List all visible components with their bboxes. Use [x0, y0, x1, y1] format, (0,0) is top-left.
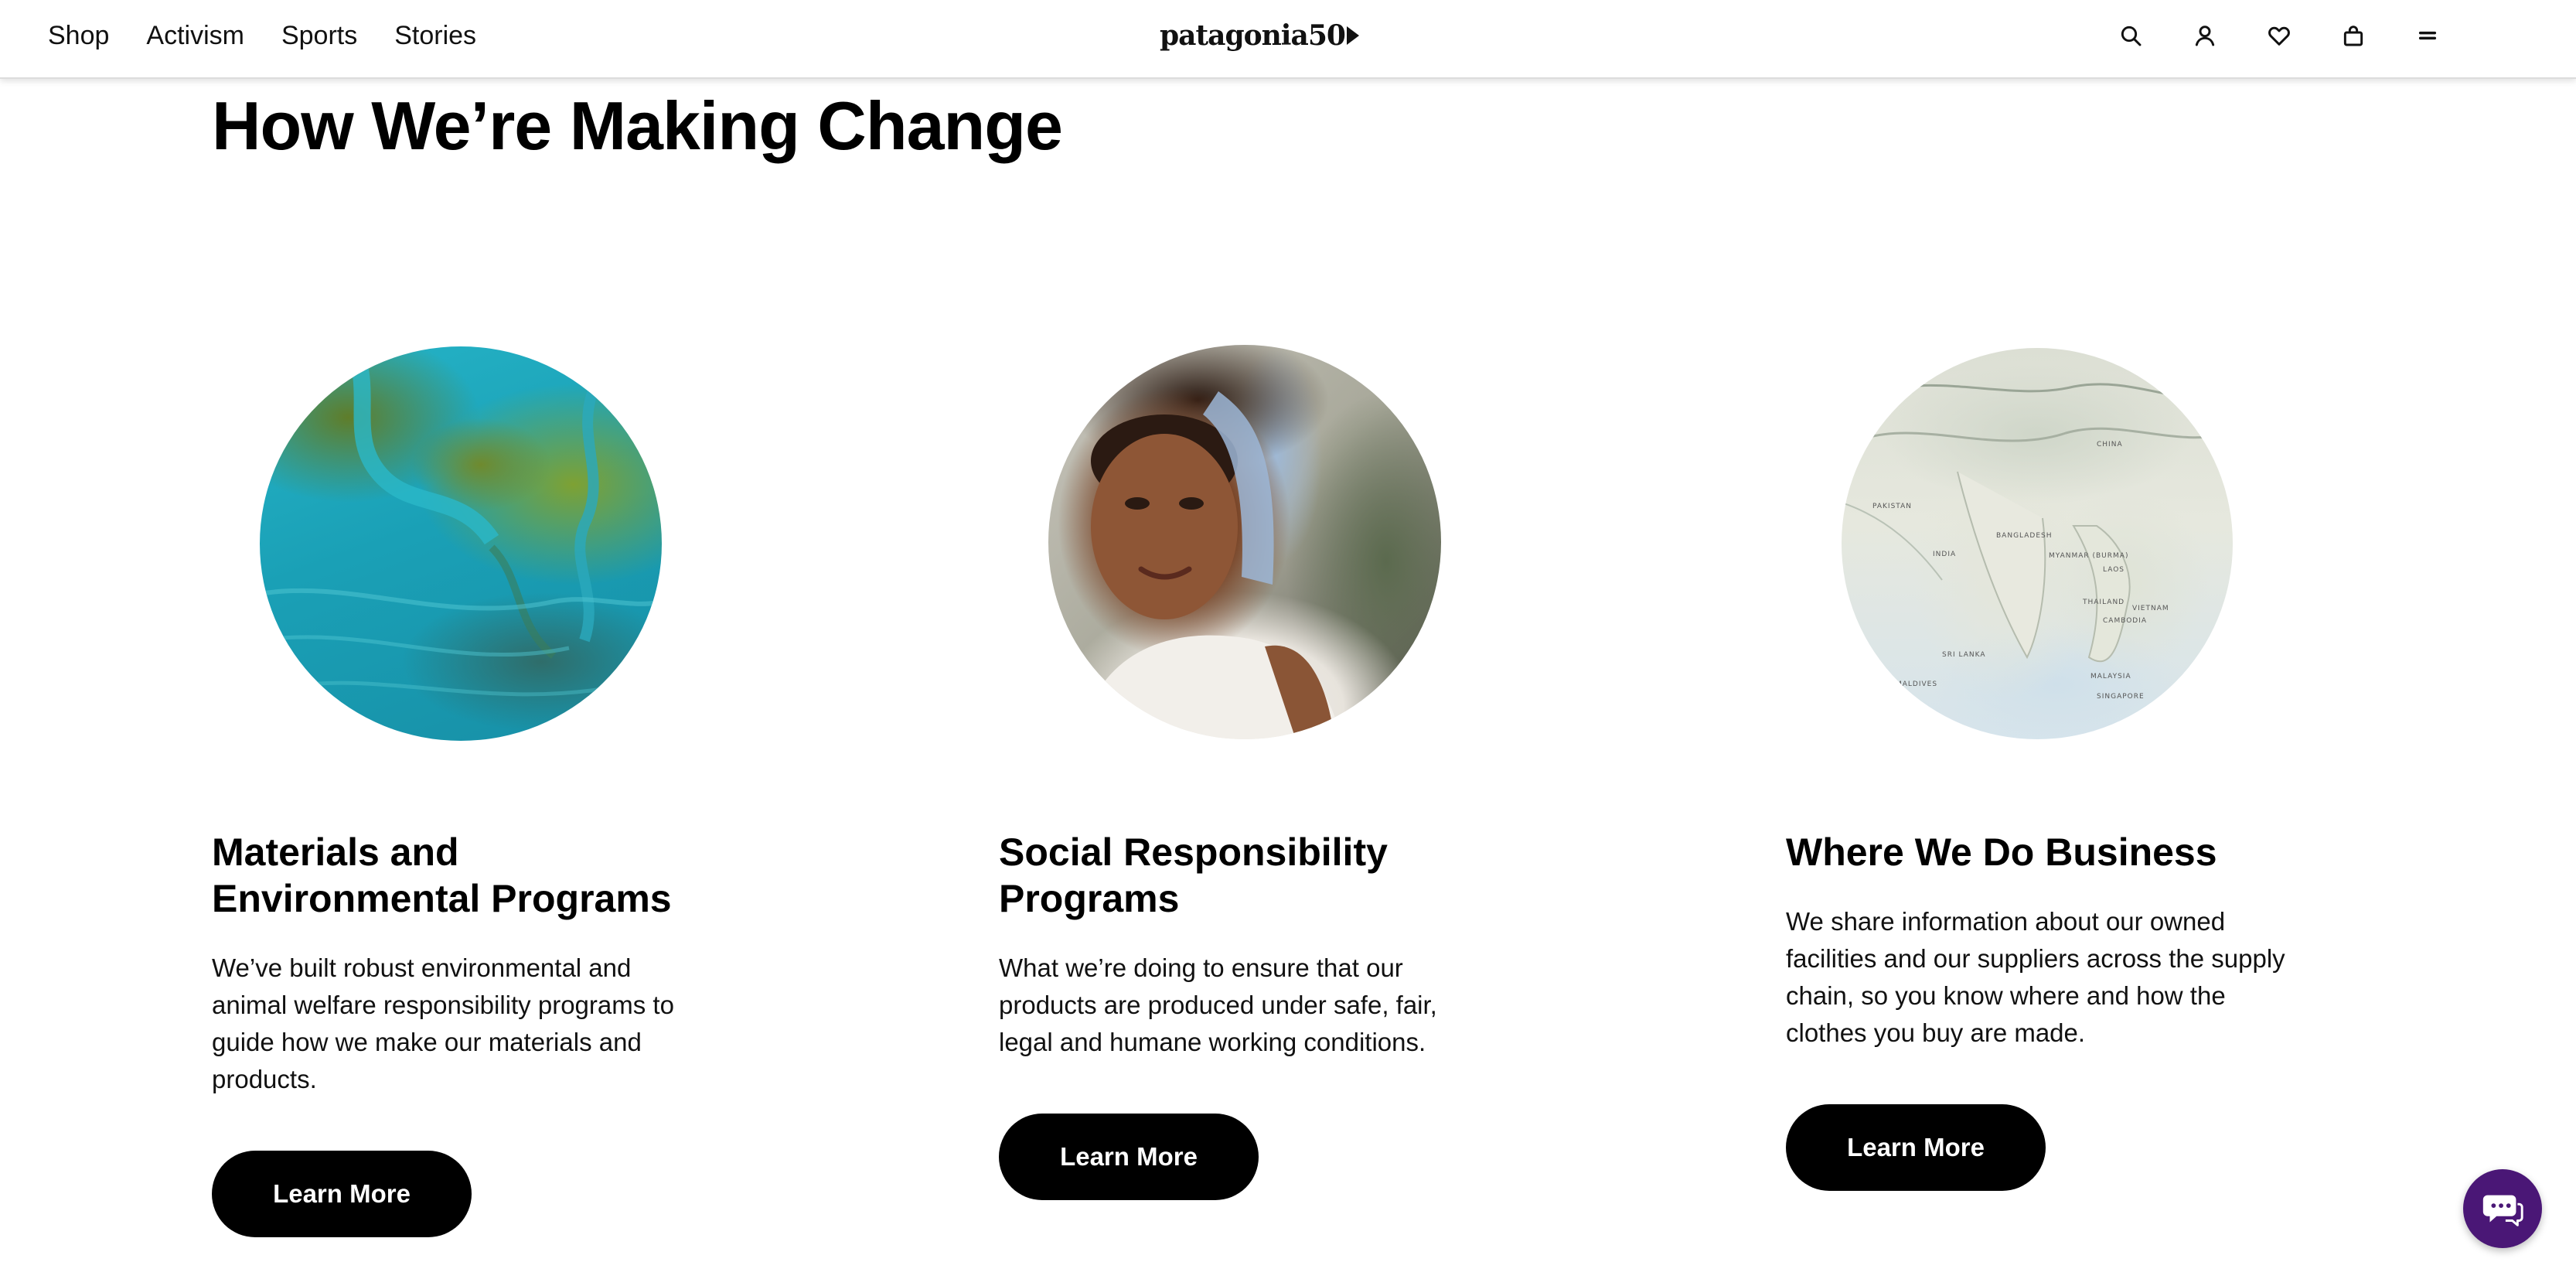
card-social: Social Responsibility Programs What we’r… — [999, 0, 1540, 1262]
map-label: SRI LANKA — [1942, 651, 1986, 659]
site-header: Shop Activism Sports Stories patagonia50 — [0, 0, 2576, 79]
map-label: CAMBODIA — [2103, 617, 2148, 625]
map-label: MALDIVES — [1896, 680, 1938, 688]
map-label: INDIA — [1933, 551, 1957, 558]
world-map-image: PAKISTAN BANGLADESH INDIA MYANMAR (BURMA… — [1842, 348, 2233, 739]
nav-stories[interactable]: Stories — [394, 21, 476, 51]
map-label: VIETNAM — [2132, 605, 2169, 612]
map-label: CHINA — [2097, 441, 2123, 449]
map-label: LAOS — [2103, 566, 2125, 574]
map-label: BANGLADESH — [1996, 532, 2053, 540]
aerial-coast-image — [260, 346, 662, 741]
card-business: PAKISTAN BANGLADESH INDIA MYANMAR (BURMA… — [1786, 0, 2327, 1262]
river-channels-illustration — [260, 346, 662, 697]
card-title-line2: Environmental Programs — [212, 877, 672, 920]
utility-nav — [2118, 0, 2441, 71]
wishlist-icon[interactable] — [2266, 22, 2292, 49]
nav-shop[interactable]: Shop — [48, 21, 109, 51]
map-label: MALAYSIA — [2090, 673, 2131, 680]
card-description: What we’re doing to ensure that our prod… — [999, 953, 1437, 1056]
learn-more-button[interactable]: Learn More — [1786, 1104, 2046, 1191]
worker-portrait-image — [1048, 345, 1441, 739]
map-label: SINGAPORE — [2097, 693, 2145, 701]
nav-sports[interactable]: Sports — [281, 21, 357, 51]
logo-play-icon — [1346, 26, 1359, 45]
card-title-line2: Programs — [999, 877, 1180, 920]
logo-text: patagonia50 — [1160, 19, 1346, 52]
card-title-line1: Materials and — [212, 831, 459, 874]
card-title: Where We Do Business — [1786, 829, 2217, 875]
menu-icon[interactable] — [2414, 22, 2441, 49]
nav-activism[interactable]: Activism — [146, 21, 244, 51]
account-icon[interactable] — [2192, 22, 2218, 49]
portrait-illustration — [1079, 391, 1342, 739]
learn-more-button[interactable]: Learn More — [999, 1114, 1259, 1200]
card-title-line1: Social Responsibility — [999, 831, 1388, 874]
chat-bubble-icon — [2482, 1195, 2523, 1226]
card-description: We share information about our owned fac… — [1786, 907, 2285, 1047]
map-label: MYANMAR (BURMA) — [2049, 552, 2129, 560]
patagonia-logo[interactable]: patagonia50 — [1160, 19, 1359, 52]
card-description: We’ve built robust environmental and ani… — [212, 953, 674, 1093]
map-label: THAILAND — [2083, 599, 2125, 606]
search-icon[interactable] — [2118, 22, 2144, 49]
card-materials: Materials and Environmental Programs We’… — [212, 0, 753, 1262]
learn-more-button[interactable]: Learn More — [212, 1151, 472, 1237]
chat-button[interactable] — [2463, 1169, 2542, 1248]
map-label: PAKISTAN — [1872, 503, 1912, 510]
card-title-line1: Where We Do Business — [1786, 831, 2217, 874]
card-title: Materials and Environmental Programs — [212, 829, 672, 922]
primary-nav: Shop Activism Sports Stories — [48, 0, 476, 71]
card-title: Social Responsibility Programs — [999, 829, 1388, 922]
cart-icon[interactable] — [2340, 22, 2366, 49]
